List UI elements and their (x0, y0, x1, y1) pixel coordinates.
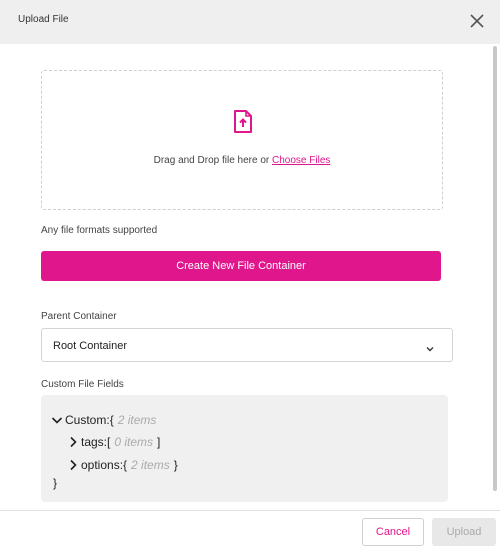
parent-container-select[interactable]: Root Container (41, 328, 453, 362)
tree-node-custom-close: } (53, 476, 57, 490)
tree-node-options: options:{2 items} (67, 458, 178, 472)
formats-note: Any file formats supported (41, 225, 158, 236)
tree-key: options: (81, 458, 124, 472)
tree-node-tags: tags:[0 items] (67, 435, 160, 449)
tree-open-bracket: [ (107, 435, 111, 449)
dialog-footer: Cancel Upload (0, 510, 500, 552)
chevron-right-icon[interactable] (67, 436, 79, 448)
dropzone-text: Drag and Drop file here or Choose Files (42, 155, 442, 166)
tree-count: 2 items (131, 458, 170, 472)
tree-close-brace: } (53, 476, 58, 490)
upload-button[interactable]: Upload (432, 518, 496, 546)
file-upload-icon (232, 109, 254, 135)
tree-close-brace: } (173, 458, 178, 472)
chevron-down-icon[interactable] (51, 414, 63, 426)
file-dropzone[interactable]: Drag and Drop file here or Choose Files (41, 70, 443, 210)
chevron-right-icon[interactable] (67, 459, 79, 471)
dialog-header: Upload File (0, 0, 500, 44)
custom-fields-tree: Custom:{2 items tags:[0 items] options:{… (41, 395, 448, 502)
tree-count: 2 items (117, 413, 157, 427)
tree-close-bracket: ] (157, 435, 161, 449)
tree-open-brace: { (109, 413, 114, 427)
choose-files-link[interactable]: Choose Files (272, 155, 330, 166)
tree-key: tags: (81, 435, 108, 449)
parent-container-value: Root Container (53, 340, 127, 352)
parent-container-label: Parent Container (41, 311, 117, 322)
custom-fields-label: Custom File Fields (41, 379, 124, 390)
scrollbar[interactable] (493, 46, 497, 491)
dialog-title: Upload File (18, 14, 69, 25)
tree-key: Custom: (65, 413, 110, 427)
dropzone-prompt: Drag and Drop file here or (153, 155, 273, 166)
tree-node-custom: Custom:{2 items (51, 413, 160, 427)
create-file-container-button[interactable]: Create New File Container (41, 251, 441, 281)
tree-count: 0 items (114, 435, 154, 449)
close-icon[interactable] (466, 10, 488, 32)
cancel-button[interactable]: Cancel (362, 518, 424, 546)
chevron-down-icon (425, 341, 435, 352)
tree-open-brace: { (123, 458, 128, 472)
